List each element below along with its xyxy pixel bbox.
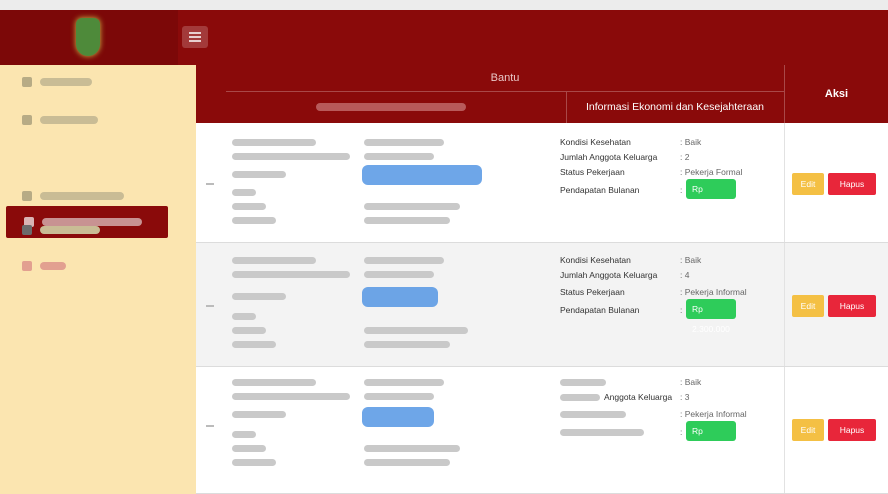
sidebar-item-5[interactable] <box>22 223 100 237</box>
sidebar <box>0 65 196 494</box>
sidebar-item-4[interactable] <box>22 189 124 203</box>
header-col-aksi: Aksi <box>784 65 888 123</box>
delete-button[interactable]: Hapus <box>828 419 876 441</box>
status-badge <box>362 165 482 185</box>
table-row: Kondisi Kesehatan: Baik Jumlah Anggota K… <box>196 243 888 367</box>
header-group-title: Bantu <box>490 72 520 84</box>
main-content: Bantu Informasi Ekonomi dan Kesejahteraa… <box>196 65 888 494</box>
income-badge: Rp 1.500.000 <box>686 421 736 456</box>
status-badge <box>362 407 434 427</box>
header-col-ekonomi: Informasi Ekonomi dan Kesejahteraan <box>585 101 765 113</box>
table-header: Bantu Informasi Ekonomi dan Kesejahteraa… <box>196 65 888 123</box>
logo[interactable] <box>76 18 100 56</box>
delete-button[interactable]: Hapus <box>828 173 876 195</box>
sidebar-item-logout[interactable] <box>22 259 66 273</box>
top-bar <box>0 10 888 65</box>
home-icon <box>22 77 32 87</box>
delete-button[interactable]: Hapus <box>828 295 876 317</box>
sidebar-item-1[interactable] <box>22 75 92 89</box>
menu-toggle-button[interactable] <box>182 26 208 48</box>
sidebar-item-2[interactable] <box>22 113 98 127</box>
logo-area <box>0 10 178 65</box>
chart-icon <box>22 191 32 201</box>
status-badge <box>362 287 438 307</box>
logout-icon <box>22 261 32 271</box>
header-col-identity <box>226 91 566 123</box>
file-icon <box>22 225 32 235</box>
app: Bantu Informasi Ekonomi dan Kesejahteraa… <box>0 0 888 494</box>
user-icon <box>22 115 32 125</box>
edit-button[interactable]: Edit <box>792 295 824 317</box>
table-row: Kondisi Kesehatan: Baik Jumlah Anggota K… <box>196 123 888 243</box>
income-badge: Rp 2.300.000 <box>686 299 736 334</box>
edit-button[interactable]: Edit <box>792 173 824 195</box>
income-badge: Rp 2.000.000 <box>686 179 736 214</box>
edit-button[interactable]: Edit <box>792 419 824 441</box>
table-row: : Baik Anggota Keluarga: 3 : Pekerja Inf… <box>196 367 888 494</box>
hamburger-icon <box>189 32 201 34</box>
